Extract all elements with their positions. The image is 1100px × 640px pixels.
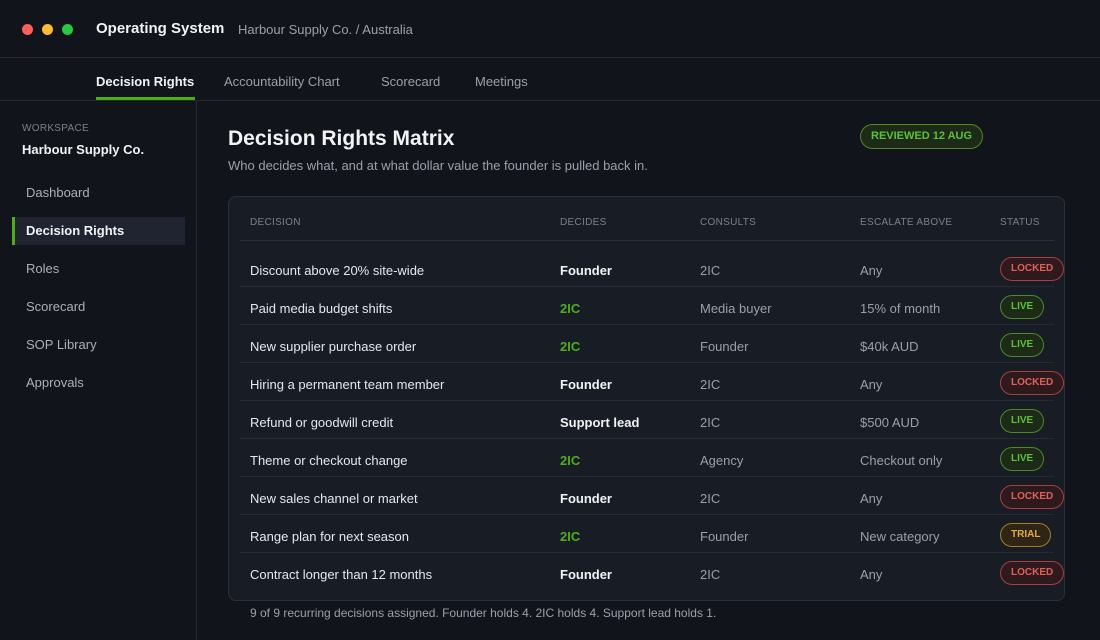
consults-cell: Agency [700, 453, 744, 468]
sidebar: WORKSPACE Harbour Supply Co. Dashboard D… [0, 101, 197, 640]
decides-cell: Founder [560, 377, 612, 392]
status-badge: LIVE [1000, 333, 1045, 357]
table-footnote: 9 of 9 recurring decisions assigned. Fou… [250, 606, 717, 620]
decision-cell: Hiring a permanent team member [250, 377, 445, 392]
table-row[interactable]: Contract longer than 12 months Founder 2IC… [240, 553, 1065, 591]
active-tab-indicator [96, 97, 195, 100]
escalate-cell: Checkout only [860, 453, 943, 468]
consults-cell: Founder [700, 529, 749, 544]
escalate-cell: Any [860, 491, 883, 506]
consults-cell: Founder [700, 339, 749, 354]
decision-cell: Discount above 20% site-wide [250, 263, 425, 278]
page-subtitle: Who decides what, and at what dollar val… [228, 158, 648, 173]
table-row[interactable]: Range plan for next season 2IC Founder New … [240, 515, 1054, 553]
decides-cell: Founder [560, 491, 612, 506]
table-row[interactable]: Hiring a permanent team member Founder 2IC… [240, 363, 1065, 401]
sidebar-item-roles[interactable]: Roles [12, 255, 185, 283]
sidebar-item-decision-rights[interactable]: Decision Rights [12, 217, 185, 245]
consults-cell: 2IC [700, 377, 721, 392]
decision-cell: Theme or checkout change [250, 453, 408, 468]
escalate-cell: 15% of month [860, 301, 941, 316]
decides-cell: Support lead [560, 415, 640, 430]
title-bar: Operating System Harbour Supply Co. / Au… [0, 0, 1100, 58]
status-badge: TRIAL [1000, 523, 1052, 547]
tab-bar: Decision Rights Accountability Chart Sco… [0, 59, 1100, 101]
column-header-decides: DECIDES [560, 217, 607, 228]
decision-cell: New supplier purchase order [250, 339, 417, 354]
status-badge: LOCKED [1000, 257, 1065, 281]
tab-accountability-chart[interactable]: Accountability Chart [224, 74, 340, 89]
escalate-cell: New category [860, 529, 940, 544]
sidebar-item-scorecard[interactable]: Scorecard [12, 293, 185, 321]
minimize-window-button[interactable] [42, 24, 53, 35]
consults-cell: 2IC [700, 491, 721, 506]
status-badge: LOCKED [1000, 561, 1065, 585]
column-header-decision: DECISION [250, 217, 301, 228]
escalate-cell: Any [860, 263, 883, 278]
header-divider [240, 240, 1054, 241]
escalate-cell: $500 AUD [860, 415, 920, 430]
workspace-name: Harbour Supply Co. [22, 142, 145, 157]
consults-cell: 2IC [700, 415, 721, 430]
tab-meetings[interactable]: Meetings [475, 74, 528, 89]
table-row[interactable]: New supplier purchase order 2IC Founder $40… [240, 325, 1054, 363]
status-badge: LIVE [1000, 409, 1045, 433]
column-header-escalate-above: ESCALATE ABOVE [860, 217, 953, 228]
decides-cell: Founder [560, 263, 612, 278]
decides-cell: Founder [560, 567, 612, 582]
maximize-window-button[interactable] [62, 24, 73, 35]
decision-cell: Paid media budget shifts [250, 301, 393, 316]
column-header-consults: CONSULTS [700, 217, 757, 228]
decides-cell: 2IC [560, 339, 581, 354]
workspace-label: WORKSPACE [22, 123, 89, 134]
table-row[interactable]: Refund or goodwill credit Support lead 2IC… [240, 401, 1054, 439]
tab-decision-rights[interactable]: Decision Rights [96, 74, 194, 89]
page-title: Decision Rights Matrix [228, 127, 455, 150]
app-title: Operating System [96, 20, 225, 37]
decides-cell: 2IC [560, 301, 581, 316]
sidebar-item-dashboard[interactable]: Dashboard [12, 179, 185, 207]
consults-cell: Media buyer [700, 301, 772, 316]
sidebar-item-approvals[interactable]: Approvals [12, 369, 185, 397]
decision-rights-table: DECISION DECIDES CONSULTS ESCALATE ABOVE… [228, 196, 1065, 601]
consults-cell: 2IC [700, 263, 721, 278]
status-badge: LIVE [1000, 295, 1045, 319]
decision-cell: New sales channel or market [250, 491, 418, 506]
table-row[interactable]: Theme or checkout change 2IC Agency Checkou… [240, 439, 1054, 477]
breadcrumb: Harbour Supply Co. / Australia [238, 22, 413, 37]
status-badge: LOCKED [1000, 485, 1065, 509]
review-status-badge: REVIEWED 12 AUG [860, 124, 984, 149]
sidebar-item-sop-library[interactable]: SOP Library [12, 331, 185, 359]
decision-cell: Refund or goodwill credit [250, 415, 394, 430]
close-window-button[interactable] [22, 24, 33, 35]
escalate-cell: Any [860, 567, 883, 582]
status-badge: LOCKED [1000, 371, 1065, 395]
tab-scorecard[interactable]: Scorecard [381, 74, 440, 89]
table-row[interactable]: Discount above 20% site-wide Founder 2IC An… [240, 249, 1065, 287]
decision-cell: Contract longer than 12 months [250, 567, 433, 582]
escalate-cell: Any [860, 377, 883, 392]
column-header-status: STATUS [1000, 217, 1040, 228]
escalate-cell: $40k AUD [860, 339, 919, 354]
table-row[interactable]: Paid media budget shifts 2IC Media buyer 15… [240, 287, 1054, 325]
decision-cell: Range plan for next season [250, 529, 409, 544]
decides-cell: 2IC [560, 529, 581, 544]
table-row[interactable]: New sales channel or market Founder 2IC Any… [240, 477, 1065, 515]
consults-cell: 2IC [700, 567, 721, 582]
decides-cell: 2IC [560, 453, 581, 468]
status-badge: LIVE [1000, 447, 1045, 471]
